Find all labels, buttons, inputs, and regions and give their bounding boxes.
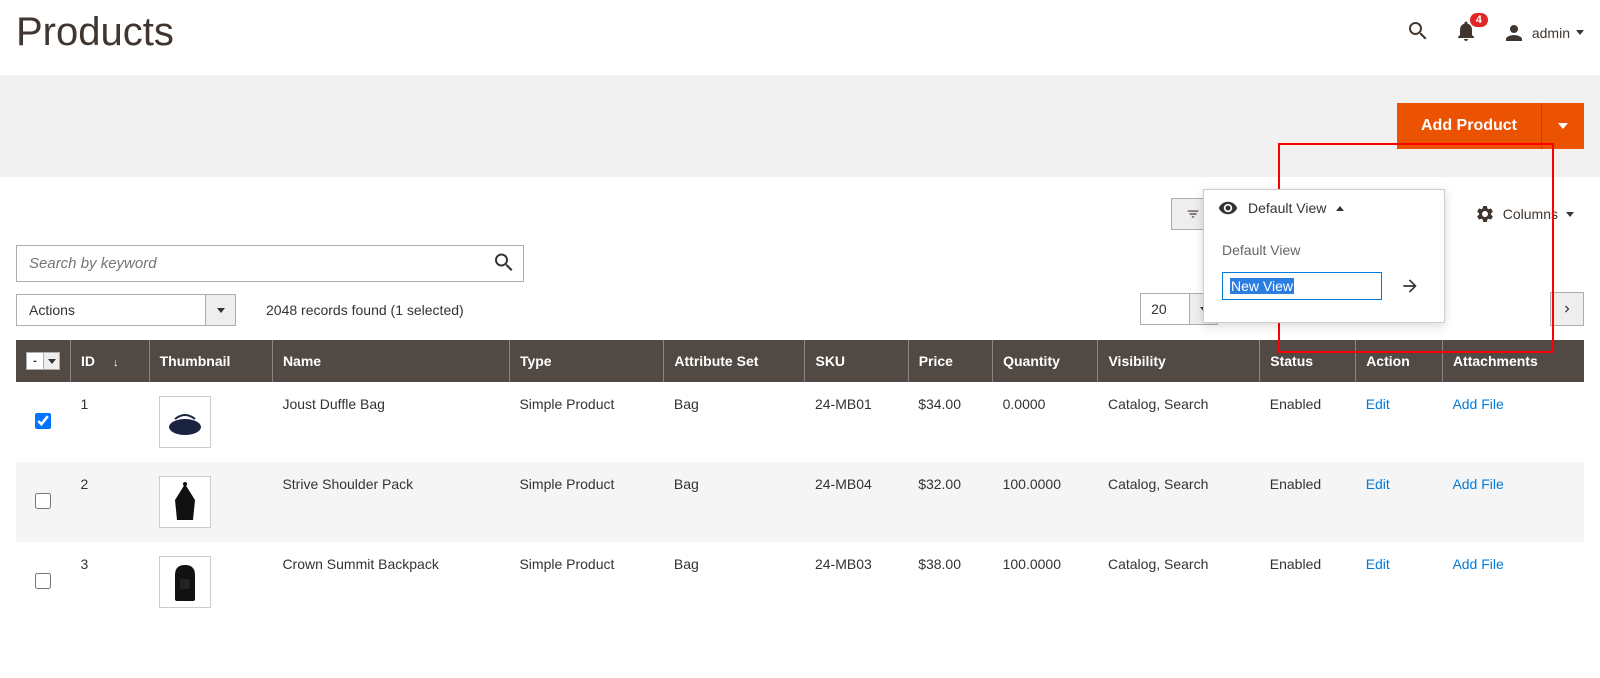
eye-icon [1218, 198, 1238, 218]
add-file-link[interactable]: Add File [1452, 396, 1503, 412]
caret-down-icon [1558, 123, 1568, 129]
caret-down-icon [1576, 30, 1584, 35]
cell-sku: 24-MB03 [805, 542, 908, 622]
cell-type: Simple Product [509, 542, 663, 622]
cell-price: $38.00 [908, 542, 992, 622]
search-input[interactable] [16, 245, 524, 282]
cell-name: Joust Duffle Bag [272, 382, 509, 462]
page-title: Products [16, 10, 174, 55]
new-view-input[interactable]: New View [1222, 272, 1382, 300]
action-bar: Add Product [0, 75, 1600, 177]
add-file-link[interactable]: Add File [1452, 476, 1503, 492]
select-all-indeterminate[interactable]: - [26, 352, 44, 370]
gear-icon [1475, 204, 1495, 224]
add-product-toggle[interactable] [1541, 103, 1584, 149]
cell-type: Simple Product [509, 382, 663, 462]
row-checkbox[interactable] [35, 493, 51, 509]
cell-status: Enabled [1260, 462, 1356, 542]
col-name[interactable]: Name [272, 340, 509, 382]
products-table: - ID↓ Thumbnail Name Type Attribute Set … [16, 340, 1584, 622]
search-icon [492, 250, 516, 274]
bulk-actions-toggle[interactable] [206, 294, 236, 326]
cell-id: 3 [71, 542, 150, 622]
cell-name: Crown Summit Backpack [272, 542, 509, 622]
cell-id: 1 [71, 382, 150, 462]
product-thumbnail[interactable] [159, 476, 211, 528]
product-thumbnail[interactable] [159, 396, 211, 448]
col-price[interactable]: Price [908, 340, 992, 382]
col-type[interactable]: Type [509, 340, 663, 382]
cell-status: Enabled [1260, 542, 1356, 622]
cell-status: Enabled [1260, 382, 1356, 462]
row-checkbox[interactable] [35, 573, 51, 589]
add-file-link[interactable]: Add File [1452, 556, 1503, 572]
cell-price: $32.00 [908, 462, 992, 542]
edit-link[interactable]: Edit [1366, 556, 1390, 572]
search-submit-icon[interactable] [492, 250, 516, 277]
cell-sku: 24-MB04 [805, 462, 908, 542]
bulk-actions-select[interactable]: Actions [16, 294, 236, 326]
product-thumbnail[interactable] [159, 556, 211, 608]
cell-quantity: 100.0000 [993, 542, 1098, 622]
view-dropdown-toggle[interactable]: Default View [1204, 190, 1444, 226]
chevron-right-icon [1560, 302, 1574, 316]
col-select[interactable]: - [16, 340, 71, 382]
cell-thumbnail [149, 542, 272, 622]
cell-price: $34.00 [908, 382, 992, 462]
table-row: 2 Strive Shoulder Pack Simple Product Ba… [16, 462, 1584, 542]
cell-attribute-set: Bag [664, 462, 805, 542]
view-dropdown: Default View Default View New View [1203, 189, 1445, 323]
edit-link[interactable]: Edit [1366, 476, 1390, 492]
cell-attribute-set: Bag [664, 542, 805, 622]
cell-visibility: Catalog, Search [1098, 462, 1260, 542]
notifications-icon[interactable]: 4 [1454, 19, 1478, 46]
cell-attribute-set: Bag [664, 382, 805, 462]
cell-type: Simple Product [509, 462, 663, 542]
col-status[interactable]: Status [1260, 340, 1356, 382]
pager-next-button[interactable] [1550, 292, 1584, 326]
col-sku[interactable]: SKU [805, 340, 908, 382]
caret-up-icon [1336, 206, 1344, 211]
cell-visibility: Catalog, Search [1098, 382, 1260, 462]
arrow-right-icon [1400, 276, 1420, 296]
admin-user-menu[interactable]: admin [1502, 21, 1584, 45]
caret-down-icon [48, 359, 56, 364]
row-checkbox[interactable] [35, 413, 51, 429]
cell-thumbnail [149, 462, 272, 542]
cell-quantity: 0.0000 [993, 382, 1098, 462]
columns-button[interactable]: Columns [1465, 197, 1584, 231]
select-all-toggle[interactable] [44, 352, 60, 370]
sort-down-icon: ↓ [113, 357, 119, 369]
cell-visibility: Catalog, Search [1098, 542, 1260, 622]
col-thumbnail[interactable]: Thumbnail [149, 340, 272, 382]
cell-name: Strive Shoulder Pack [272, 462, 509, 542]
col-id[interactable]: ID↓ [71, 340, 150, 382]
cell-id: 2 [71, 462, 150, 542]
cell-quantity: 100.0000 [993, 462, 1098, 542]
col-visibility[interactable]: Visibility [1098, 340, 1260, 382]
add-product-button[interactable]: Add Product [1397, 103, 1541, 149]
table-row: 3 Crown Summit Backpack Simple Product B… [16, 542, 1584, 622]
save-view-button[interactable] [1400, 276, 1420, 296]
funnel-icon [1186, 207, 1200, 221]
col-quantity[interactable]: Quantity [993, 340, 1098, 382]
col-action[interactable]: Action [1356, 340, 1443, 382]
admin-username: admin [1532, 25, 1570, 41]
edit-link[interactable]: Edit [1366, 396, 1390, 412]
table-row: 1 Joust Duffle Bag Simple Product Bag 24… [16, 382, 1584, 462]
search-icon[interactable] [1406, 19, 1430, 46]
notification-badge: 4 [1470, 13, 1488, 27]
cell-thumbnail [149, 382, 272, 462]
records-found-text: 2048 records found (1 selected) [266, 302, 464, 318]
per-page-value[interactable]: 20 [1140, 293, 1190, 325]
view-dropdown-label: Default View [1222, 242, 1426, 258]
caret-down-icon [1566, 212, 1574, 217]
cell-sku: 24-MB01 [805, 382, 908, 462]
caret-down-icon [217, 308, 225, 313]
col-attribute-set[interactable]: Attribute Set [664, 340, 805, 382]
col-attachments[interactable]: Attachments [1442, 340, 1584, 382]
